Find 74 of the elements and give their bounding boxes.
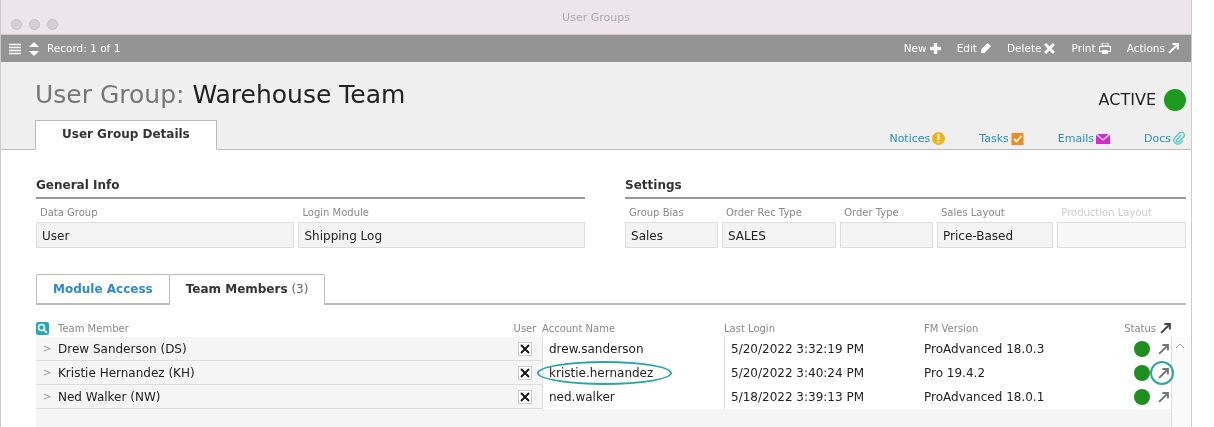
record-title: User Group: Warehouse Team (35, 79, 406, 111)
scroll-up-icon[interactable] (1176, 343, 1184, 348)
expand-arrow[interactable]: > (36, 337, 58, 361)
printer-icon (1098, 43, 1111, 54)
status-label: ACTIVE (1098, 89, 1156, 111)
table-cell-text: ProAdvanced 18.0.1 (924, 389, 1045, 406)
column-header: FM Version (924, 321, 980, 336)
link[interactable]: Tasks (979, 130, 1024, 147)
section-heading: General Info (36, 176, 585, 199)
input-field[interactable]: Price-Based (937, 222, 1054, 248)
link[interactable]: Emails (1057, 130, 1110, 147)
field-label: Order Type (843, 206, 900, 220)
window-title: User Groups (562, 10, 630, 26)
diagonal-arrow-icon[interactable] (1158, 391, 1169, 403)
field-label: Group Bias (628, 206, 685, 220)
checkbox[interactable] (518, 342, 532, 356)
table-row[interactable]: > Drew Sanderson (DS) drew.sanderson 5/20/2022 3:32:19 PM ProAdvanced 18.0.3 (36, 337, 1171, 361)
checkbox-icon (1010, 132, 1024, 145)
column-header: Team Member (58, 321, 130, 336)
tab[interactable]: User Group Details (35, 120, 217, 150)
table-cell-text: kristie.hernandez (549, 365, 654, 382)
toolbar-button[interactable]: New (903, 40, 941, 57)
field-label: Sales Layout (940, 206, 1006, 220)
toolbar-button[interactable]: Edit (956, 40, 991, 57)
scrollbar[interactable] (1171, 337, 1188, 427)
checkbox[interactable] (518, 390, 532, 404)
tab[interactable]: Team Members (3) (168, 274, 326, 305)
table-cell-text: ProAdvanced 18.0.3 (924, 341, 1045, 358)
plus-icon (929, 43, 941, 54)
table-cell-text: Drew Sanderson (DS) (58, 341, 188, 358)
table-cell-text: 5/20/2022 3:40:24 PM (731, 365, 864, 382)
table-cell-text: drew.sanderson (549, 341, 644, 358)
up-down-arrows-icon[interactable] (29, 41, 39, 56)
diagonal-arrow-icon[interactable] (1158, 343, 1169, 355)
input-field[interactable]: User (36, 222, 295, 248)
table-cell-text: 5/20/2022 3:32:19 PM (731, 341, 864, 358)
link[interactable]: Notices (889, 130, 946, 147)
exclamation-icon (932, 132, 946, 146)
input-field[interactable]: SALES (721, 222, 837, 248)
column-header: Last Login (724, 321, 776, 336)
table-row[interactable]: > Kristie Hernandez (KH) kristie.hernandez 5/20/2022 3:40:24 PM Pro 19.4.2 (36, 361, 1171, 385)
pencil-icon (980, 43, 991, 54)
table-row[interactable]: > Ned Walker (NW) ned.walker 5/18/2022 3:39:13 PM ProAdvanced 18.0.1 (36, 385, 1171, 409)
input-field[interactable]: Sales (625, 222, 718, 248)
column-header: User (512, 321, 538, 336)
column-header: Status (1114, 319, 1171, 337)
field-label: Order Rec Type (724, 206, 803, 220)
toolbar-button[interactable]: Print (1071, 40, 1111, 57)
table-cell-text: ned.walker (549, 389, 615, 406)
diagonal-arrow-icon[interactable] (1158, 367, 1169, 379)
expand-arrow[interactable]: > (36, 385, 58, 409)
toolbar-button[interactable]: Delete (1007, 40, 1056, 57)
menu-icon[interactable] (9, 42, 21, 55)
diagonal-arrow-icon (1168, 43, 1179, 54)
section-heading: Settings (625, 176, 1186, 199)
input-field[interactable] (840, 222, 933, 248)
toolbar-button[interactable]: Actions (1126, 40, 1179, 57)
field-label: Data Group (39, 206, 99, 220)
paperclip-icon (1173, 132, 1185, 146)
field-label: Login Module (301, 206, 370, 220)
link[interactable]: Docs (1144, 130, 1185, 147)
table-cell-text: Kristie Hernandez (KH) (58, 365, 196, 382)
expand-arrow[interactable]: > (36, 361, 58, 385)
table-cell-text: 5/18/2022 3:39:13 PM (731, 389, 864, 406)
checkbox[interactable] (518, 366, 532, 380)
tab[interactable]: Module Access (36, 274, 170, 303)
column-header: Account Name (542, 321, 617, 336)
table-cell-text: Pro 19.4.2 (924, 365, 986, 382)
cross-icon (1044, 43, 1056, 54)
envelope-icon (1096, 133, 1110, 144)
record-counter: Record: 1 of 1 (47, 40, 121, 56)
table-cell-text: Ned Walker (NW) (58, 389, 162, 406)
input-field[interactable]: Shipping Log (298, 222, 585, 248)
diagonal-arrow-icon (1160, 322, 1171, 334)
